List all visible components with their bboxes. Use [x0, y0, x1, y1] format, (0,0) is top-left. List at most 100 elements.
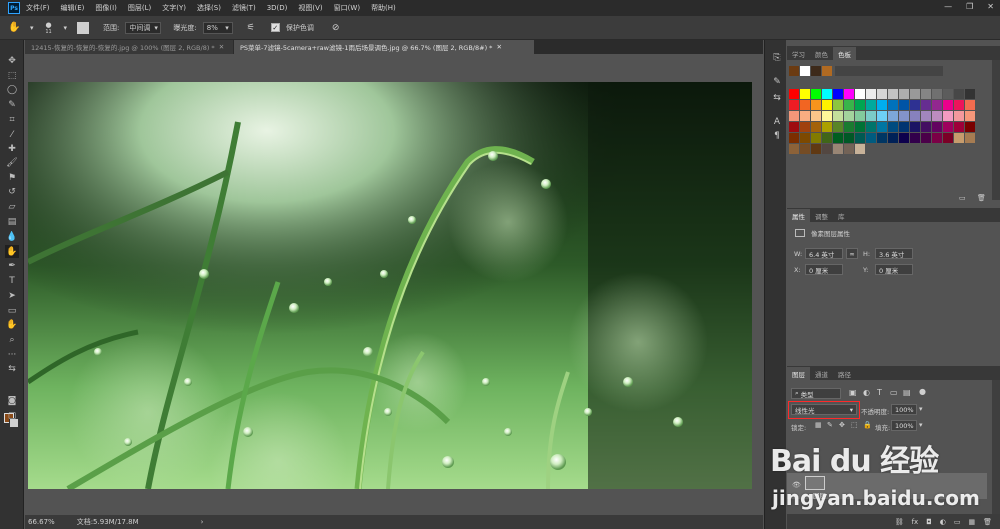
menu-type[interactable]: 文字(Y) [162, 3, 186, 13]
filter-toggle-icon[interactable]: ● [919, 387, 926, 396]
lock-pixels-icon[interactable]: ✎ [827, 421, 833, 429]
swatch[interactable] [800, 111, 810, 121]
swatch[interactable] [800, 133, 810, 143]
quick-select-tool-icon[interactable]: ✎ [5, 98, 19, 111]
document-image[interactable] [28, 82, 752, 489]
delete-swatch-icon[interactable]: 🗑 [977, 194, 986, 202]
swatch[interactable] [888, 133, 898, 143]
tab-document-1[interactable]: 12415-恢复的-恢复的-恢复的.jpg @ 100% (图层 2, RGB/… [25, 40, 233, 54]
quick-mask-icon[interactable]: ◙ [5, 394, 19, 407]
menu-view[interactable]: 视图(V) [298, 3, 322, 13]
swatch[interactable] [866, 122, 876, 132]
swatch[interactable] [811, 111, 821, 121]
tab-document-2[interactable]: PS菜单-7滤镜-5camera+raw滤镜-1雨后场景调色.jpg @ 66.… [234, 40, 534, 54]
swatch[interactable] [844, 111, 854, 121]
protect-tones-checkbox[interactable]: ✓ [270, 23, 280, 32]
menu-3d[interactable]: 3D(D) [267, 4, 288, 12]
swatch[interactable] [866, 89, 876, 99]
swatch[interactable] [943, 89, 953, 99]
swatch[interactable] [844, 133, 854, 143]
swatch[interactable] [811, 122, 821, 132]
range-select[interactable]: 中间调 ▾ [125, 21, 162, 34]
tab-properties[interactable]: 属性 [787, 209, 810, 222]
history-brush-tool-icon[interactable]: ↺ [5, 185, 19, 198]
tab-swatches[interactable]: 色板 [833, 47, 856, 60]
swatch[interactable] [800, 122, 810, 132]
swatch[interactable] [822, 144, 832, 154]
tab-adjustments[interactable]: 调整 [810, 209, 833, 222]
lock-all-icon[interactable]: 🔒 [863, 421, 872, 429]
swatch[interactable] [932, 89, 942, 99]
swatch[interactable] [833, 100, 843, 110]
brush-settings-icon[interactable] [77, 21, 90, 34]
healing-brush-tool-icon[interactable]: ✚ [5, 142, 19, 155]
swatch[interactable] [932, 133, 942, 143]
recent-swatch[interactable] [789, 66, 799, 76]
close-icon[interactable]: ✕ [496, 43, 501, 51]
swatch[interactable] [921, 111, 931, 121]
more-tools-icon[interactable]: ··· [5, 348, 19, 361]
lock-position-icon[interactable]: ✥ [839, 421, 845, 429]
swatch[interactable] [877, 89, 887, 99]
swatch[interactable] [855, 144, 865, 154]
link-dimensions-icon[interactable]: ∞ [846, 248, 858, 259]
swatch[interactable] [921, 122, 931, 132]
swatch[interactable] [844, 89, 854, 99]
tab-learn[interactable]: 学习 [787, 47, 810, 60]
tab-paths[interactable]: 路径 [833, 367, 856, 380]
burn-tool-icon[interactable]: ✋ [8, 22, 24, 33]
path-select-tool-icon[interactable]: ➤ [5, 289, 19, 302]
swatch[interactable] [789, 100, 799, 110]
swatch[interactable] [877, 122, 887, 132]
swatch[interactable] [965, 133, 975, 143]
swatch[interactable] [888, 122, 898, 132]
swatch[interactable] [800, 144, 810, 154]
menu-filter[interactable]: 滤镜(T) [232, 3, 256, 13]
swatch[interactable] [943, 122, 953, 132]
swatch[interactable] [965, 100, 975, 110]
brush-tool-icon[interactable]: 🖌 [5, 156, 19, 169]
tab-channels[interactable]: 通道 [810, 367, 833, 380]
tab-libraries[interactable]: 库 [833, 209, 850, 222]
swatch[interactable] [899, 111, 909, 121]
width-input[interactable]: 6.4 英寸 [805, 248, 843, 259]
swatch[interactable] [833, 133, 843, 143]
swatch[interactable] [789, 144, 799, 154]
character-panel-icon[interactable]: A [771, 116, 783, 128]
swatch[interactable] [866, 100, 876, 110]
screen-mode-icon[interactable]: ▢ [5, 409, 19, 422]
swatch[interactable] [965, 111, 975, 121]
swatch[interactable] [910, 122, 920, 132]
history-panel-icon[interactable]: ⎘ [771, 52, 783, 64]
status-menu-arrow[interactable]: › [201, 518, 204, 526]
adjust-panel-icon[interactable]: ⇆ [771, 92, 783, 104]
recent-swatch[interactable] [822, 66, 832, 76]
swatch[interactable] [866, 133, 876, 143]
menu-select[interactable]: 选择(S) [197, 3, 221, 13]
swatch[interactable] [921, 133, 931, 143]
swatches-search-field[interactable] [835, 66, 943, 76]
zoom-level[interactable]: 66.67% [28, 518, 55, 526]
swatch[interactable] [921, 100, 931, 110]
move-tool-icon[interactable]: ✥ [5, 54, 19, 67]
opacity-input[interactable]: 100% [891, 404, 917, 415]
exposure-input[interactable]: 8% ▾ [202, 21, 233, 34]
swatch[interactable] [855, 133, 865, 143]
menu-layer[interactable]: 图层(L) [128, 3, 151, 13]
fill-input[interactable]: 100% [891, 420, 917, 431]
hand-tool-icon[interactable]: ✋ [5, 318, 19, 331]
marquee-tool-icon[interactable]: ⬚ [5, 69, 19, 82]
swatch[interactable] [954, 89, 964, 99]
swatch[interactable] [888, 111, 898, 121]
airbrush-icon[interactable]: ⚟ [247, 23, 255, 33]
menu-edit[interactable]: 编辑(E) [61, 3, 85, 13]
swatch[interactable] [888, 100, 898, 110]
document-size-info[interactable]: 文档:5.93M/17.8M [77, 517, 139, 527]
eraser-tool-icon[interactable]: ▱ [5, 200, 19, 213]
tool-preset-chevron-down-icon[interactable]: ▾ [30, 24, 34, 32]
zoom-tool-icon[interactable]: ⌕ [5, 333, 19, 346]
swatch[interactable] [833, 89, 843, 99]
swatch[interactable] [954, 111, 964, 121]
swatch[interactable] [844, 100, 854, 110]
blur-tool-icon[interactable]: 💧 [5, 230, 19, 243]
